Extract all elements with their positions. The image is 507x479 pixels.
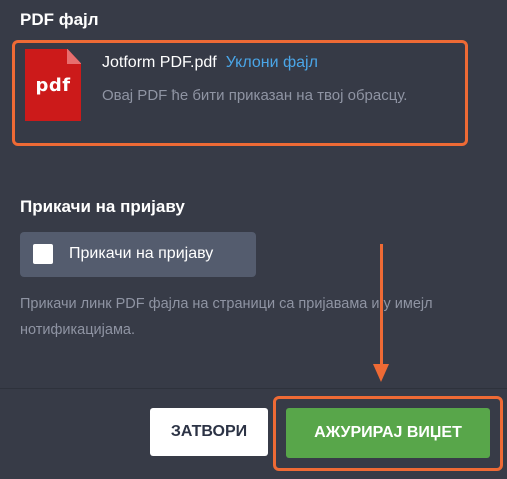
pdf-section-title: PDF фајл xyxy=(20,10,99,29)
attach-to-submission-toggle[interactable]: Прикачи на пријаву xyxy=(20,232,256,277)
attach-checkbox-label: Прикачи на пријаву xyxy=(69,245,214,262)
pdf-icon-label: pdf xyxy=(35,75,71,96)
pdf-file-card: pdf Jotform PDF.pdf Уклони фајл Овај PDF … xyxy=(12,40,468,146)
attach-help-text: Прикачи линк PDF фајла на страници са пр… xyxy=(20,296,433,338)
attach-checkbox[interactable] xyxy=(33,244,53,264)
pdf-icon-fold xyxy=(67,49,81,64)
pdf-file-icon: pdf xyxy=(25,49,81,121)
update-button-highlight: АЖУРИРАЈ ВИЏЕТ xyxy=(273,396,503,471)
remove-file-link[interactable]: Уклони фајл xyxy=(226,54,318,71)
update-widget-button[interactable]: АЖУРИРАЈ ВИЏЕТ xyxy=(286,408,490,458)
file-name: Jotform PDF.pdf xyxy=(102,54,217,71)
footer-divider xyxy=(0,388,507,389)
attach-section-title: Прикачи на пријаву xyxy=(20,197,185,216)
file-name-row: Jotform PDF.pdf Уклони фајл xyxy=(102,54,318,72)
file-description: Овај PDF ће бити приказан на твој обрасц… xyxy=(102,87,408,104)
close-button[interactable]: ЗАТВОРИ xyxy=(150,408,268,456)
annotation-arrow-line xyxy=(380,244,383,374)
annotation-arrow-head xyxy=(373,364,389,382)
